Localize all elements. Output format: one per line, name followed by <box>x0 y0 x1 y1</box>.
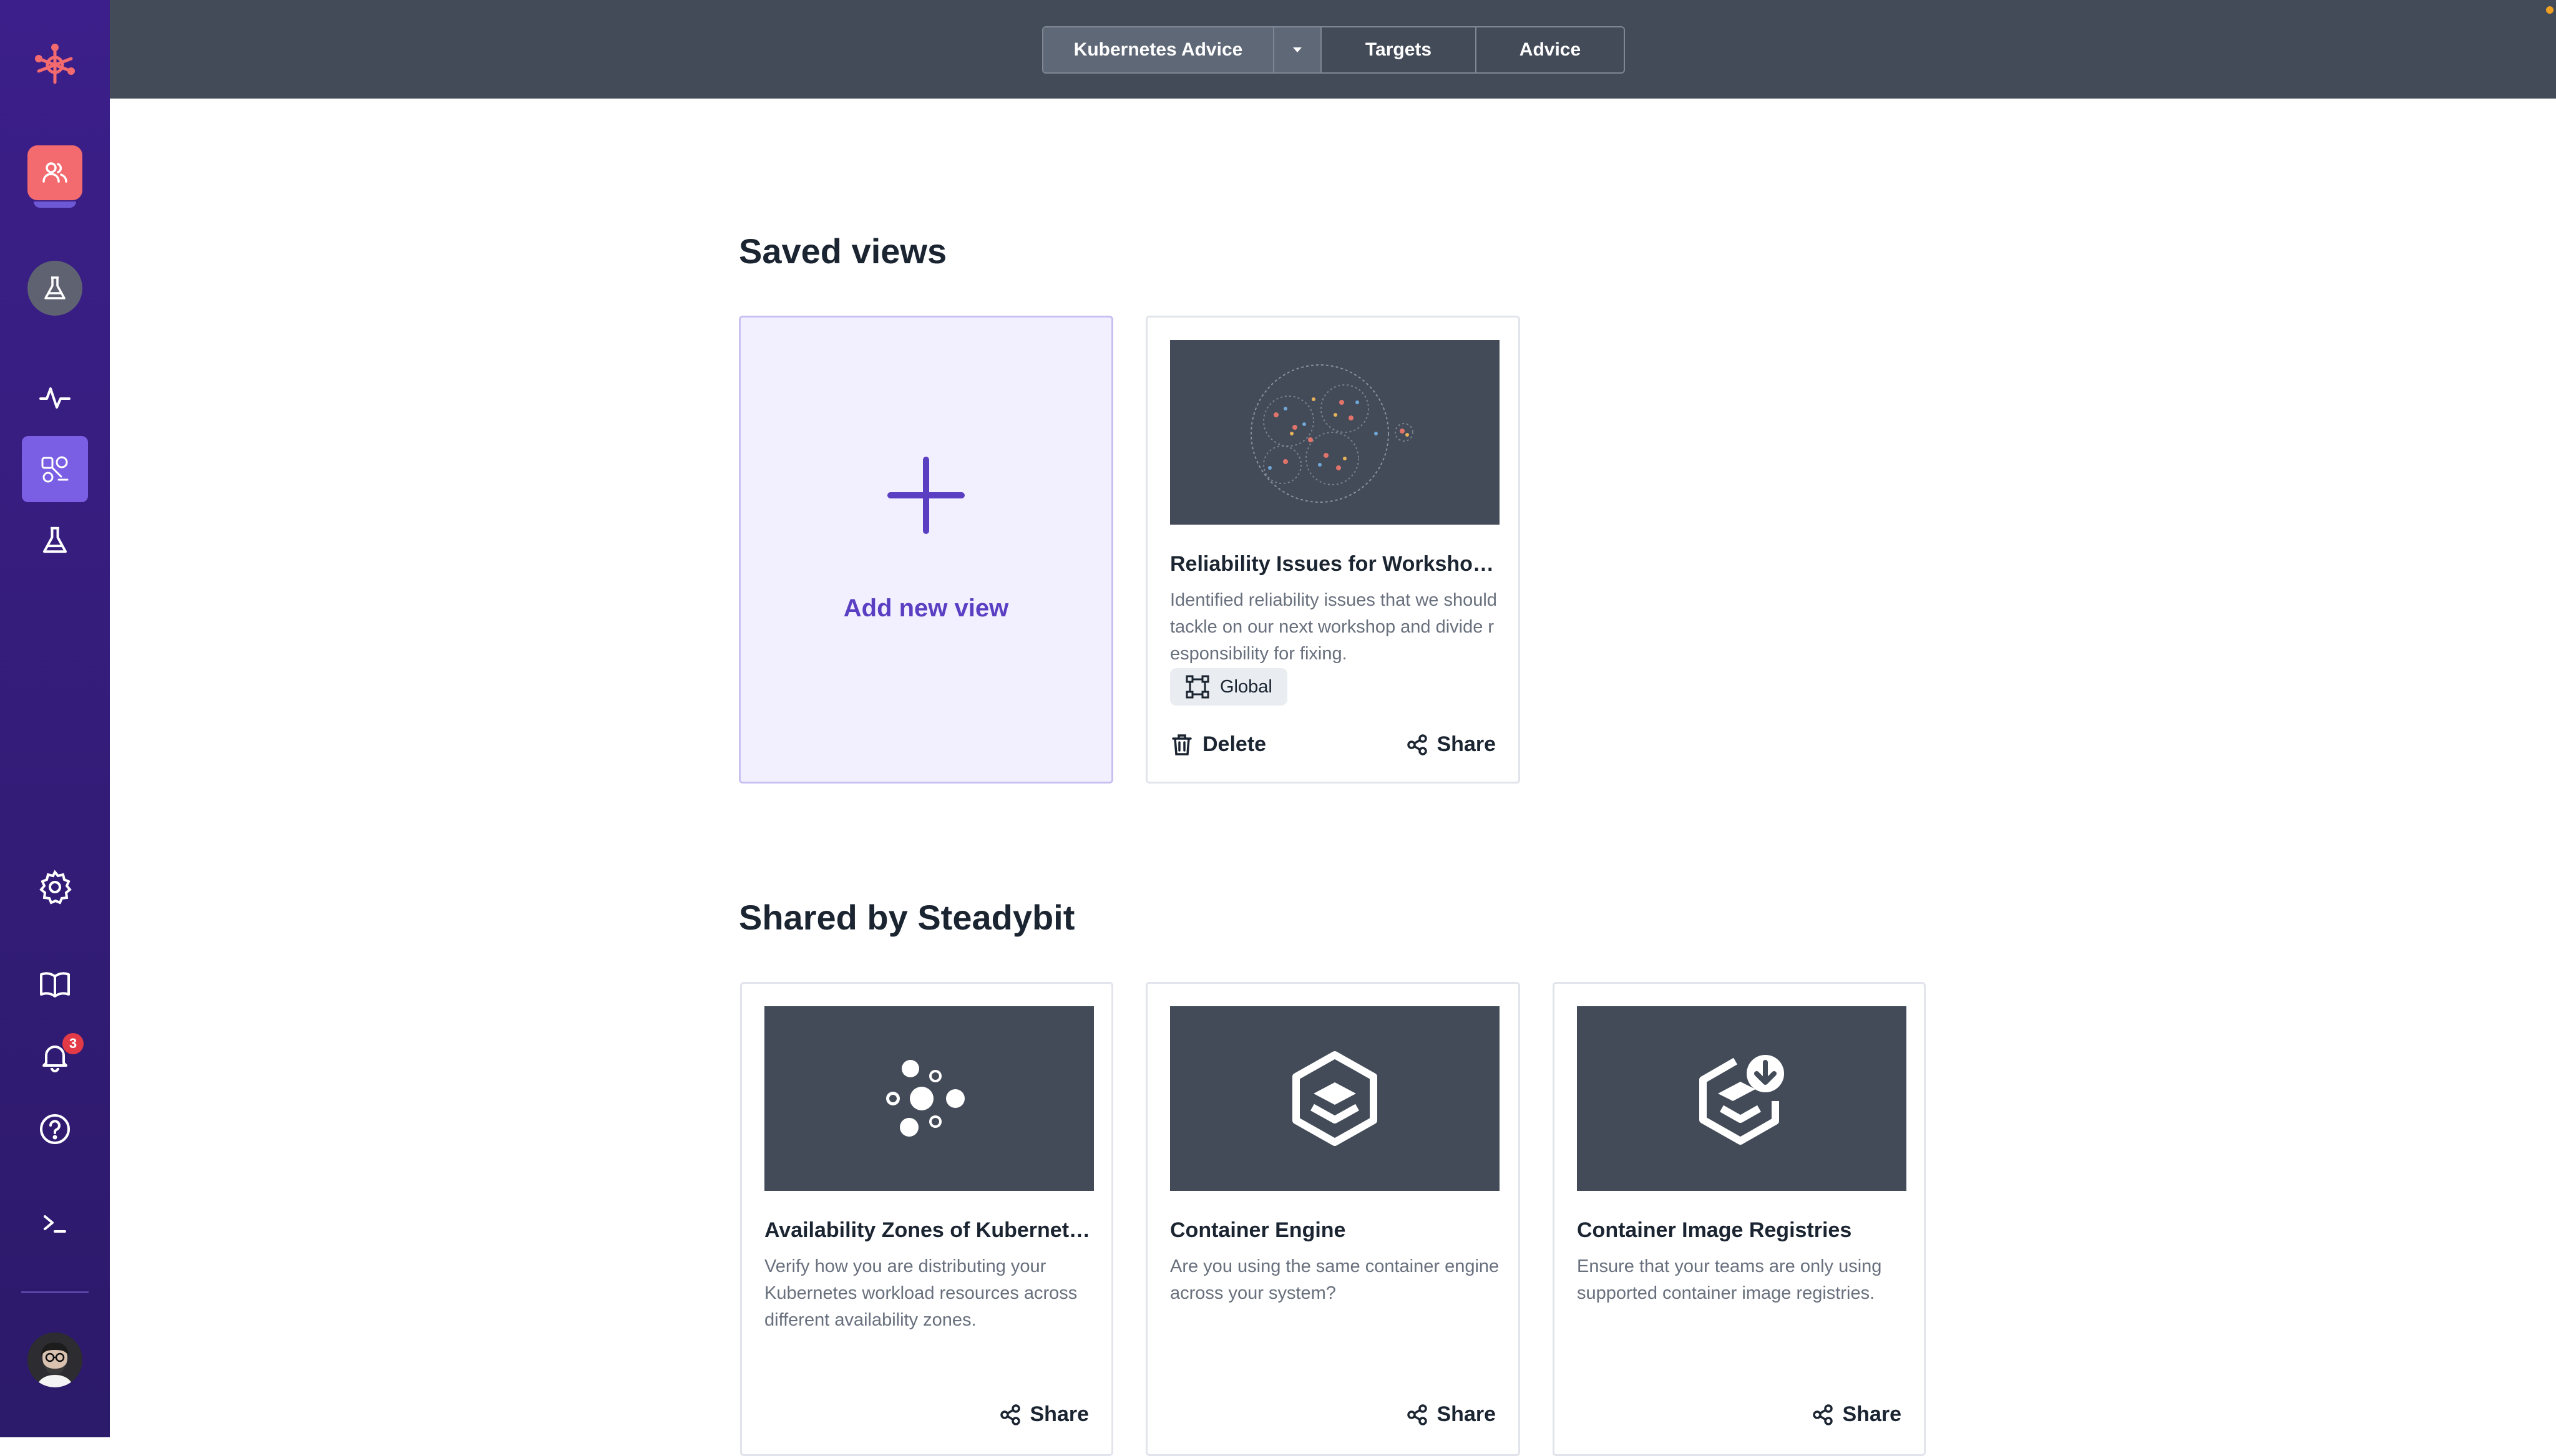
view-description: Verify how you are distributing your Kub… <box>764 1256 1078 1330</box>
tab-advice[interactable]: Advice <box>1476 27 1624 72</box>
shared-views-heading: Shared by Steadybit <box>739 898 1075 937</box>
view-switcher: Kubernetes Advice Targets Advice <box>1042 26 1625 74</box>
share-icon <box>1000 1404 1020 1425</box>
share-button[interactable]: Share <box>1406 732 1496 757</box>
shared-view-card[interactable]: Container Image Registries Ensure that y… <box>1553 982 1926 1456</box>
book-icon[interactable] <box>0 957 110 1012</box>
scope-tag-label: Global <box>1220 676 1272 697</box>
share-button[interactable]: Share <box>1406 1402 1496 1427</box>
sidebar-divider <box>21 1291 89 1293</box>
explorer-button[interactable] <box>0 435 110 503</box>
trash-icon <box>1172 734 1192 755</box>
share-icon <box>1812 1404 1833 1425</box>
view-title: Reliability Issues for Workshop… <box>1170 552 1500 576</box>
sidebar: 3 <box>0 0 110 1437</box>
container-registry-icon <box>1699 1055 1784 1145</box>
saved-views-heading: Saved views <box>739 231 947 271</box>
delete-label: Delete <box>1202 732 1267 756</box>
share-label: Share <box>1437 732 1496 756</box>
notifications-button[interactable]: 3 <box>0 1029 110 1084</box>
view-thumbnail <box>1577 1006 1906 1191</box>
view-title: Availability Zones of Kubernet… <box>764 1218 1091 1242</box>
pulse-icon[interactable] <box>0 371 110 425</box>
delete-button[interactable]: Delete <box>1170 732 1266 757</box>
add-new-view-card[interactable]: Add new view <box>739 316 1113 784</box>
tab-targets[interactable]: Targets <box>1322 27 1476 72</box>
view-thumbnail <box>1170 340 1500 525</box>
flask-icon[interactable] <box>0 513 110 568</box>
graph-preview-image <box>1251 364 1413 503</box>
view-dropdown-button[interactable] <box>1274 27 1322 72</box>
steadybit-logo-icon[interactable] <box>0 35 110 95</box>
shared-view-card[interactable]: Availability Zones of Kubernet… Verify h… <box>740 982 1113 1456</box>
caret-down-icon <box>1293 47 1302 52</box>
shared-view-card[interactable]: Container Engine Are you using the same … <box>1146 982 1520 1456</box>
share-button[interactable]: Share <box>999 1402 1090 1427</box>
share-label: Share <box>1030 1402 1090 1426</box>
share-icon <box>1407 734 1427 755</box>
share-label: Share <box>1437 1402 1496 1426</box>
top-bar: Kubernetes Advice Targets Advice <box>110 0 2556 99</box>
avatar <box>27 1332 82 1387</box>
availability-zones-icon <box>886 1060 965 1137</box>
team-icon <box>27 145 82 208</box>
container-engine-icon <box>1292 1051 1377 1146</box>
view-title: Container Image Registries <box>1577 1218 1852 1242</box>
tab-kubernetes-advice[interactable]: Kubernetes Advice <box>1043 27 1274 72</box>
view-thumbnail <box>764 1006 1094 1191</box>
add-new-view-label: Add new view <box>843 595 1009 622</box>
scope-frame-icon <box>1186 675 1209 699</box>
lab-icon <box>27 261 82 316</box>
help-icon[interactable] <box>0 1102 110 1157</box>
view-thumbnail <box>1170 1006 1500 1191</box>
user-menu-button[interactable] <box>0 1330 110 1390</box>
team-switcher-button[interactable] <box>0 138 110 208</box>
view-description: Identified reliability issues that we sh… <box>1170 590 1497 664</box>
share-label: Share <box>1842 1402 1902 1426</box>
saved-view-card[interactable]: Reliability Issues for Workshop… Identif… <box>1146 316 1520 784</box>
scope-tag: Global <box>1170 668 1287 706</box>
notification-count-badge: 3 <box>62 1033 84 1054</box>
view-description: Ensure that your teams are only using su… <box>1577 1256 1882 1303</box>
share-button[interactable]: Share <box>1812 1402 1902 1427</box>
status-dot <box>2546 6 2554 14</box>
view-description: Are you using the same container engine … <box>1170 1256 1500 1303</box>
view-title: Container Engine <box>1170 1218 1346 1242</box>
explorer-icon <box>22 436 88 502</box>
lab-button[interactable] <box>0 261 110 316</box>
terminal-icon[interactable] <box>0 1196 110 1251</box>
plus-icon <box>887 457 965 534</box>
share-icon <box>1407 1404 1427 1425</box>
gear-icon[interactable] <box>0 860 110 915</box>
